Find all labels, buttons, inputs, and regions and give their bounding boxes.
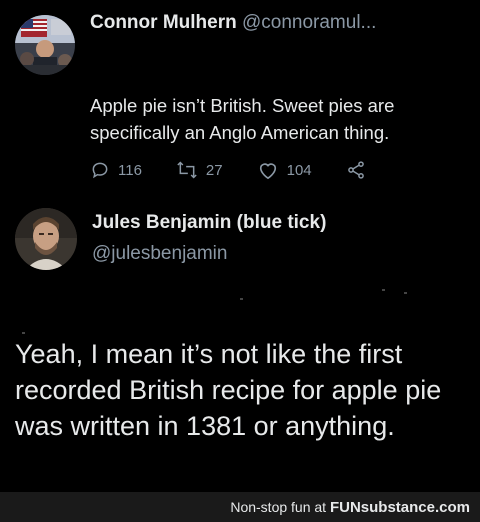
watermark-brand: FUNsubstance.com	[329, 499, 470, 516]
like-action[interactable]: 104	[257, 160, 312, 180]
like-count: 104	[286, 161, 312, 179]
retweet-icon	[177, 161, 197, 179]
speck	[404, 292, 407, 294]
speck	[22, 332, 25, 334]
tweet-author-line: Connor Mulhern @connoramul...	[90, 12, 376, 34]
watermark-prefix: Non-stop fun at	[230, 499, 330, 515]
reply-icon	[92, 162, 108, 179]
share-action[interactable]	[346, 160, 366, 180]
retweet-action[interactable]: 27	[176, 160, 223, 180]
avatar-jules[interactable]	[15, 208, 77, 270]
reply-author-name[interactable]: Jules Benjamin (blue tick)	[92, 212, 326, 234]
watermark-bar: Non-stop fun at FUNsubstance.com	[0, 492, 480, 522]
watermark-text[interactable]: Non-stop fun at FUNsubstance.com	[230, 499, 470, 516]
retweet-count: 27	[205, 161, 223, 179]
like-icon	[259, 163, 276, 180]
tweet-actions: 116 27 104	[90, 157, 420, 183]
tweet-author-handle[interactable]: @connoramul...	[242, 12, 376, 33]
reply-text: Yeah, I mean it’s not like the first rec…	[15, 339, 442, 441]
speck	[240, 298, 243, 300]
reply-author-handle[interactable]: @julesbenjamin	[92, 243, 227, 265]
speck	[382, 289, 385, 291]
avatar-connor[interactable]	[15, 15, 75, 75]
reply-count: 116	[118, 161, 142, 179]
share-icon	[347, 161, 364, 179]
reply-action[interactable]: 116	[90, 160, 142, 180]
tweet-text: Apple pie isn’t British. Sweet pies are …	[90, 95, 395, 143]
tweet-author-name[interactable]: Connor Mulhern	[90, 12, 237, 33]
